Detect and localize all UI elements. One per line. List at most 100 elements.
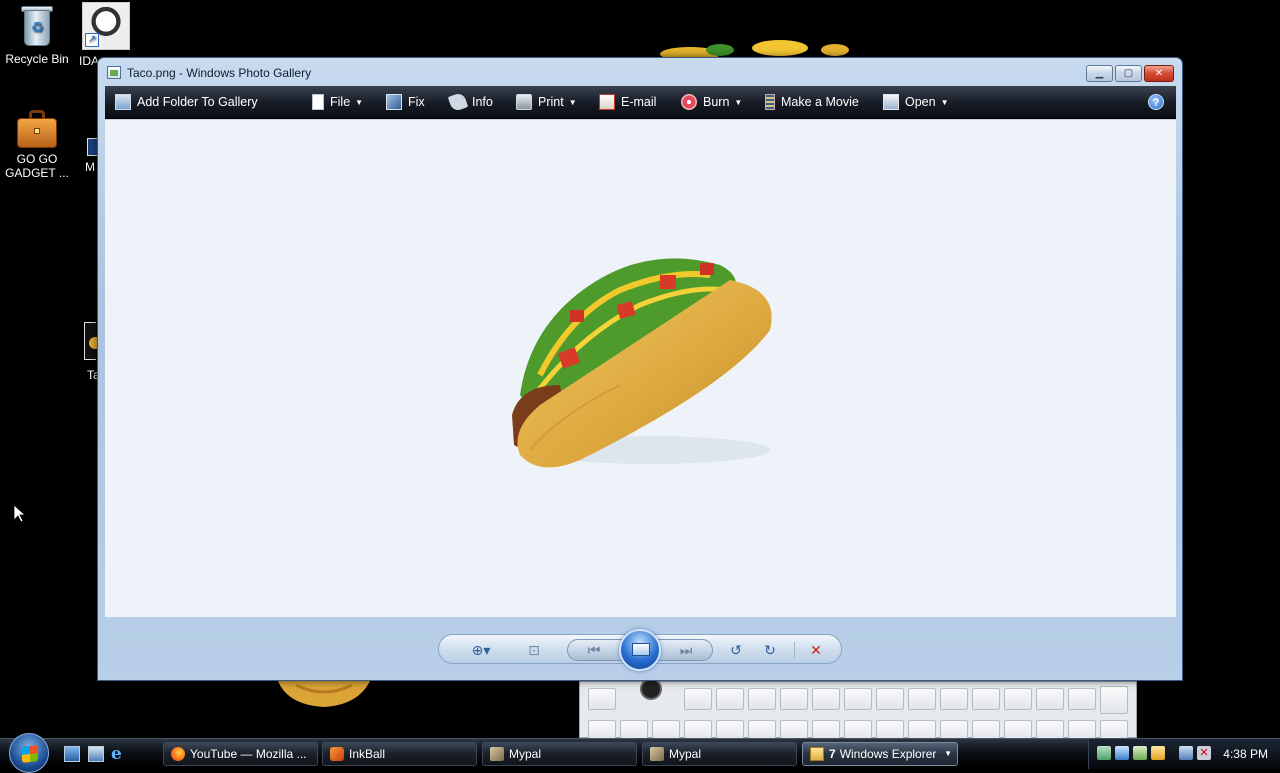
key[interactable] xyxy=(716,720,744,738)
disc-icon xyxy=(681,93,697,110)
desktop-icon-recycle-bin[interactable]: ♻ Recycle Bin xyxy=(0,4,74,66)
image-viewer[interactable] xyxy=(105,120,1176,617)
print-menu[interactable]: Print ▼ xyxy=(516,86,577,119)
key[interactable] xyxy=(588,720,616,738)
fix-label: Fix xyxy=(408,95,425,109)
rotate-clockwise-icon[interactable]: ↻ xyxy=(759,639,781,661)
key[interactable] xyxy=(972,720,1000,738)
minimize-button[interactable]: ▁ xyxy=(1086,65,1113,82)
print-label: Print xyxy=(538,95,564,109)
slideshow-button[interactable] xyxy=(619,629,661,671)
info-tag-icon xyxy=(447,91,469,112)
key[interactable] xyxy=(1004,688,1032,710)
photo-gallery-icon xyxy=(107,66,121,79)
open-menu[interactable]: Open ▼ xyxy=(883,86,949,119)
key[interactable] xyxy=(844,720,872,738)
key[interactable] xyxy=(748,720,776,738)
desktop-icon-partial-m[interactable]: M xyxy=(80,122,99,174)
help-icon[interactable]: ? xyxy=(1148,94,1164,110)
sidebar-icon[interactable] xyxy=(1133,746,1147,760)
key[interactable] xyxy=(1036,688,1064,710)
next-icon[interactable]: ⏭ xyxy=(671,639,701,661)
key[interactable] xyxy=(844,688,872,710)
mypal-icon xyxy=(650,747,664,761)
chevron-down-icon: ▼ xyxy=(734,98,743,108)
taskbar-item-inkball[interactable]: InkBall xyxy=(322,742,477,766)
previous-icon[interactable]: ⏮ xyxy=(579,639,609,661)
key[interactable] xyxy=(588,688,616,710)
key[interactable] xyxy=(1068,720,1096,738)
key[interactable] xyxy=(940,720,968,738)
volume-muted-icon[interactable]: ✕ xyxy=(1197,746,1211,760)
key[interactable] xyxy=(716,688,744,710)
sync-icon[interactable] xyxy=(1115,746,1129,760)
background-taco-bottom xyxy=(278,681,370,709)
maximize-button[interactable]: ▢ xyxy=(1115,65,1142,82)
close-button[interactable]: ✕ xyxy=(1144,65,1174,82)
make-movie-button[interactable]: Make a Movie xyxy=(765,86,859,119)
taskbar: e YouTube — Mozilla ... InkBall Mypal My… xyxy=(0,733,1280,773)
key[interactable] xyxy=(684,688,712,710)
key[interactable] xyxy=(876,688,904,710)
key[interactable] xyxy=(652,720,680,738)
key[interactable] xyxy=(940,688,968,710)
taco-image xyxy=(512,258,772,468)
network-icon[interactable] xyxy=(1097,746,1111,760)
title-bar[interactable]: Taco.png - Windows Photo Gallery ▁ ▢ ✕ xyxy=(98,58,1182,86)
key[interactable] xyxy=(620,720,648,738)
info-button[interactable]: Info xyxy=(447,86,493,119)
key[interactable] xyxy=(684,720,712,738)
ida-icon: ↗ xyxy=(82,2,130,50)
key[interactable] xyxy=(812,720,840,738)
key[interactable] xyxy=(972,688,1000,710)
key[interactable] xyxy=(1100,686,1128,714)
file-label: File xyxy=(330,95,351,109)
taskbar-item-youtube[interactable]: YouTube — Mozilla ... xyxy=(163,742,318,766)
clock[interactable]: 4:38 PM xyxy=(1223,739,1268,769)
key[interactable] xyxy=(908,720,936,738)
info-label: Info xyxy=(472,95,493,109)
photo-gallery-window: Taco.png - Windows Photo Gallery ▁ ▢ ✕ A… xyxy=(97,57,1183,681)
task-label: InkBall xyxy=(349,747,386,761)
internet-explorer-icon[interactable]: e xyxy=(111,746,127,763)
email-button[interactable]: E-mail xyxy=(599,86,656,119)
printer-icon xyxy=(516,93,532,110)
taskbar-item-mypal[interactable]: Mypal xyxy=(482,742,637,766)
add-folder-icon xyxy=(115,93,131,110)
key[interactable] xyxy=(1004,720,1032,738)
key[interactable] xyxy=(876,720,904,738)
rotate-counterclockwise-icon[interactable]: ↺ xyxy=(725,639,747,661)
desktop-icon-gadget[interactable]: GO GO GADGET ... xyxy=(0,108,74,180)
file-menu[interactable]: File ▼ xyxy=(312,86,363,119)
key[interactable] xyxy=(1100,720,1128,738)
key[interactable] xyxy=(1036,720,1064,738)
desktop: ♻ Recycle Bin ↗ IDA GO GO GADGET ... M T… xyxy=(0,0,1280,738)
key[interactable] xyxy=(1068,688,1096,710)
desktop-icon-partial-ta[interactable]: Ta xyxy=(84,322,100,382)
actual-size-icon[interactable]: ⊡ xyxy=(523,639,545,661)
taskbar-item-windows-explorer[interactable]: 7 Windows Explorer ▼ xyxy=(802,742,958,766)
add-folder-button[interactable]: Add Folder To Gallery xyxy=(115,86,258,119)
show-desktop-icon[interactable] xyxy=(64,746,80,762)
key[interactable] xyxy=(812,688,840,710)
task-label: Windows Explorer xyxy=(839,747,937,761)
start-button[interactable] xyxy=(9,733,49,773)
fix-button[interactable]: Fix xyxy=(386,86,425,119)
briefcase-icon xyxy=(17,108,57,148)
key[interactable] xyxy=(908,688,936,710)
shortcut-arrow-icon: ↗ xyxy=(85,33,99,47)
file-icon xyxy=(312,93,324,110)
key[interactable] xyxy=(780,720,808,738)
key[interactable] xyxy=(748,688,776,710)
delete-icon[interactable]: ✕ xyxy=(805,639,827,661)
desktop-icon-label: Recycle Bin xyxy=(5,52,69,66)
zoom-icon[interactable]: ⊕▾ xyxy=(461,639,501,661)
switch-windows-icon[interactable] xyxy=(88,746,104,762)
add-folder-label: Add Folder To Gallery xyxy=(137,95,258,109)
inkball-icon xyxy=(330,747,344,761)
display-icon[interactable] xyxy=(1179,746,1193,760)
key[interactable] xyxy=(780,688,808,710)
burn-menu[interactable]: Burn ▼ xyxy=(681,86,742,119)
security-shield-icon[interactable] xyxy=(1151,746,1165,760)
taskbar-item-mypal[interactable]: Mypal xyxy=(642,742,797,766)
